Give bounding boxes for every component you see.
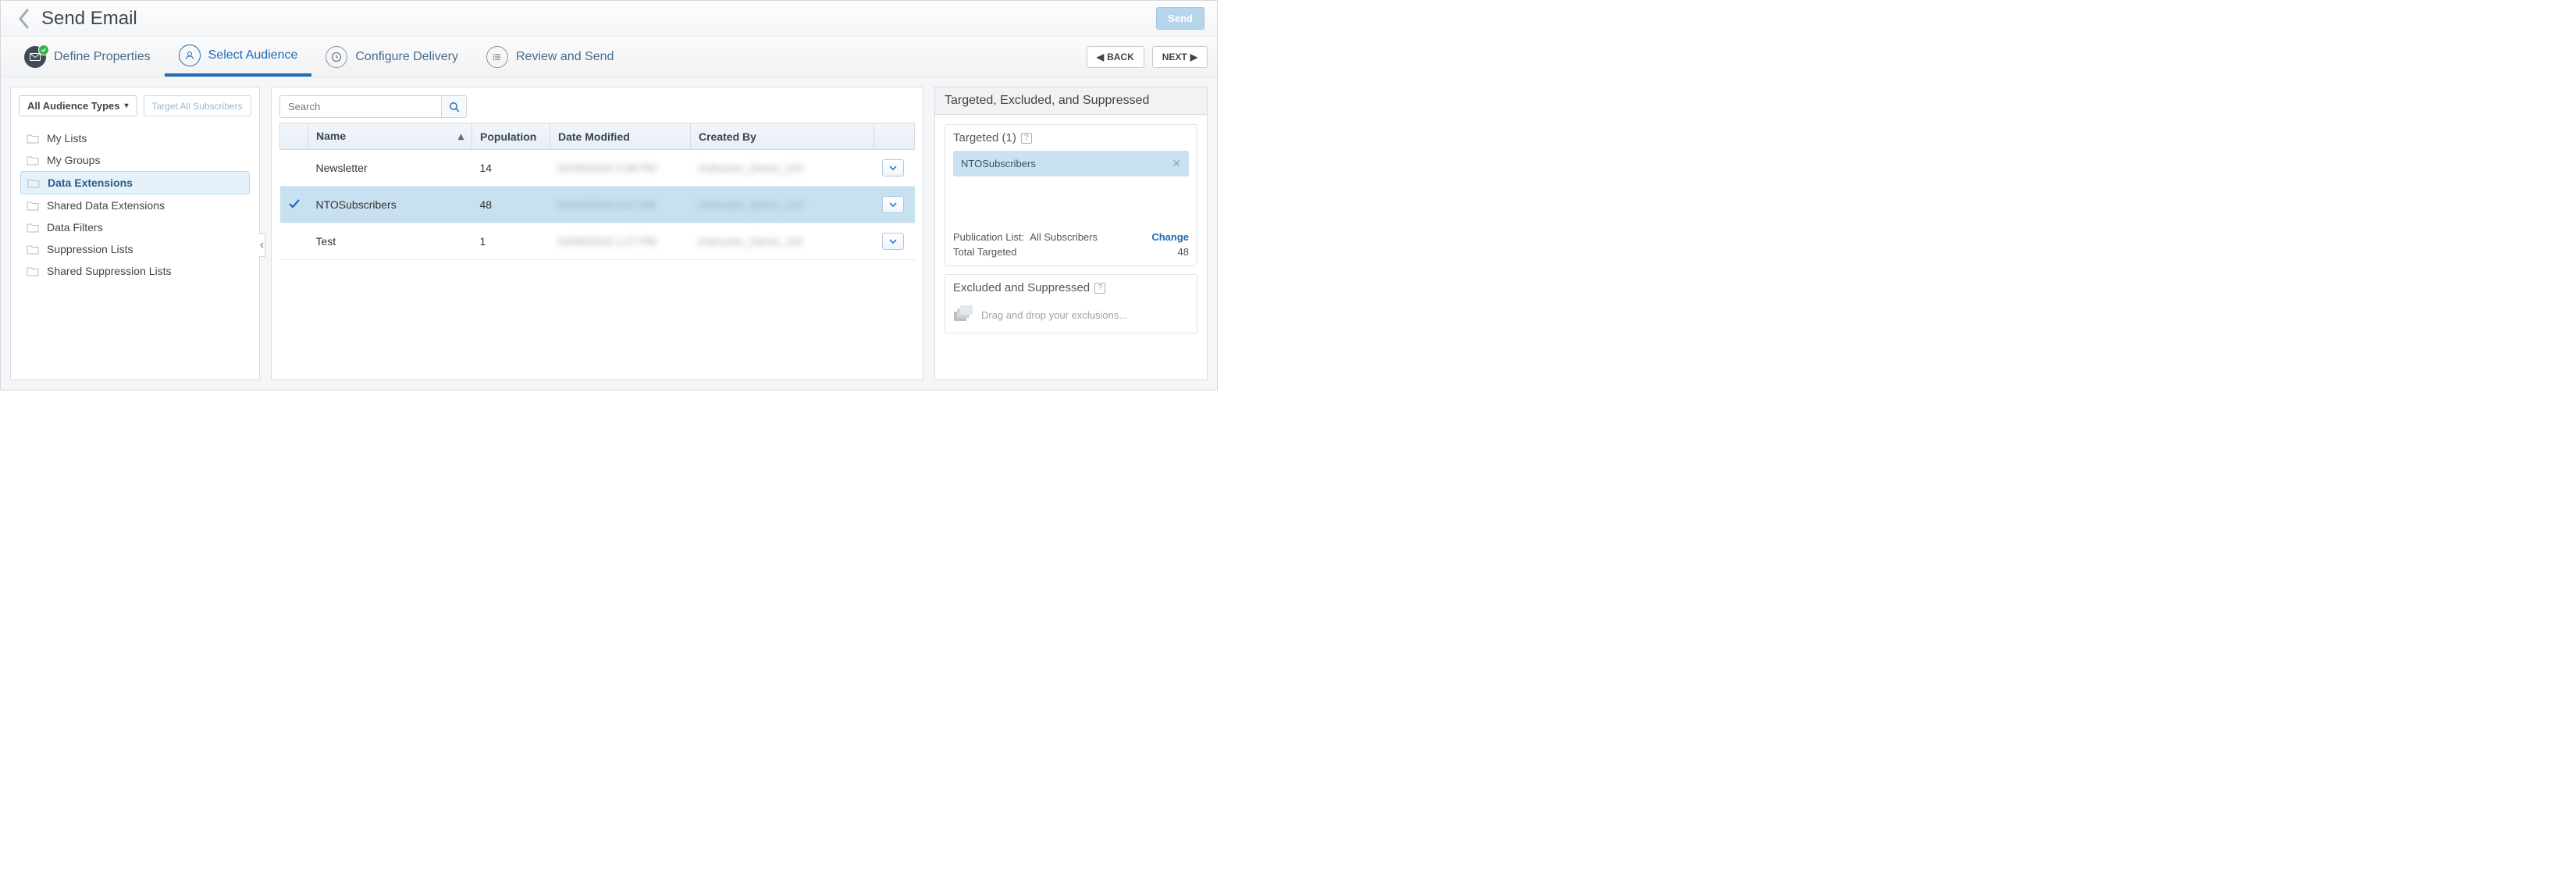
audience-table-panel: Name ▴ Population Date Modified Created …: [271, 87, 923, 380]
targeting-panel: Targeted, Excluded, and Suppressed Targe…: [934, 87, 1208, 380]
targeted-label: Targeted (1): [953, 131, 1016, 144]
sidebar-collapse-handle[interactable]: [259, 234, 265, 257]
help-icon[interactable]: ?: [1021, 133, 1032, 144]
header-check: [280, 123, 308, 150]
publication-list-label: Publication List:: [953, 231, 1024, 243]
sidebar-item-my-groups[interactable]: My Groups: [20, 149, 250, 171]
step-configure-delivery[interactable]: Configure Delivery: [311, 37, 472, 77]
check-icon: [288, 198, 301, 209]
chevron-down-icon: [889, 239, 897, 244]
wizard-back-button[interactable]: ◀ BACK: [1087, 46, 1144, 68]
chevron-down-icon: [889, 166, 897, 170]
exclusion-dropzone[interactable]: Drag and drop your exclusions...: [953, 301, 1189, 325]
audience-type-dropdown[interactable]: All Audience Types ▾: [19, 95, 137, 116]
step-label: Configure Delivery: [355, 50, 458, 64]
folder-icon: [27, 244, 39, 255]
stack-icon: [953, 305, 973, 325]
send-button[interactable]: Send: [1156, 7, 1204, 30]
remove-chip-icon[interactable]: ✕: [1172, 157, 1181, 170]
header-bar: Send Email Send: [1, 1, 1217, 37]
sidebar-item-suppression-lists[interactable]: Suppression Lists: [20, 238, 250, 260]
step-select-audience[interactable]: Select Audience: [165, 37, 312, 77]
step-label: Review and Send: [516, 50, 614, 64]
help-icon[interactable]: ?: [1094, 283, 1105, 294]
sidebar-item-shared-data-extensions[interactable]: Shared Data Extensions: [20, 194, 250, 216]
folder-icon: [27, 178, 40, 188]
row-action-dropdown[interactable]: [882, 196, 904, 213]
targeted-block: Targeted (1) ? NTOSubscribers ✕ Publicat…: [945, 124, 1197, 266]
header-actions: [874, 123, 915, 150]
targeted-chip[interactable]: NTOSubscribers ✕: [953, 151, 1189, 176]
caret-right-icon: ▶: [1190, 52, 1197, 62]
folder-icon: [27, 266, 39, 276]
search-input[interactable]: [280, 96, 441, 117]
change-publication-list-link[interactable]: Change: [1151, 231, 1189, 243]
excluded-label: Excluded and Suppressed: [953, 281, 1090, 294]
wizard-next-button[interactable]: NEXT ▶: [1152, 46, 1208, 68]
envelope-icon: [24, 46, 46, 68]
row-action-dropdown[interactable]: [882, 233, 904, 250]
row-action-dropdown[interactable]: [882, 159, 904, 176]
step-label: Select Audience: [208, 48, 298, 62]
folder-icon: [27, 223, 39, 233]
step-define-properties[interactable]: Define Properties: [10, 37, 165, 77]
targeting-panel-header: Targeted, Excluded, and Suppressed: [934, 87, 1208, 114]
table-row[interactable]: NTOSubscribers 48 04/15/2019 8:47 AM Ins…: [280, 187, 915, 223]
folder-icon: [27, 201, 39, 211]
step-complete-badge: [38, 45, 49, 55]
body-area: All Audience Types ▾ Target All Subscrib…: [1, 77, 1217, 390]
column-header-population[interactable]: Population: [472, 123, 550, 150]
sidebar-item-data-filters[interactable]: Data Filters: [20, 216, 250, 238]
column-header-created-by[interactable]: Created By: [691, 123, 874, 150]
page-title: Send Email: [41, 8, 137, 30]
send-email-app: Send Email Send Define Properties Select…: [0, 0, 1218, 390]
audience-nav-list: My Lists My Groups Data Extensions Share…: [19, 123, 251, 287]
wizard-steps: Define Properties Select Audience Config…: [1, 37, 1217, 77]
column-header-date-modified[interactable]: Date Modified: [550, 123, 691, 150]
target-all-subscribers-button[interactable]: Target All Subscribers: [144, 95, 251, 116]
back-chevron-icon[interactable]: [13, 8, 35, 30]
publication-list-value: All Subscribers: [1030, 231, 1098, 243]
column-header-name[interactable]: Name ▴: [308, 123, 472, 150]
table-row[interactable]: Test 1 04/09/2019 1:27 PM Instructor_Dem…: [280, 223, 915, 260]
sidebar-item-my-lists[interactable]: My Lists: [20, 127, 250, 149]
step-label: Define Properties: [54, 50, 151, 64]
audience-table: Name ▴ Population Date Modified Created …: [279, 123, 915, 260]
table-row[interactable]: Newsletter 14 02/26/2019 3:06 PM Instruc…: [280, 150, 915, 187]
sidebar-item-shared-suppression-lists[interactable]: Shared Suppression Lists: [20, 260, 250, 282]
user-icon: [179, 45, 201, 66]
chevron-down-icon: [889, 202, 897, 207]
search-button[interactable]: [441, 96, 466, 117]
list-icon: [486, 46, 508, 68]
caret-left-icon: ◀: [1097, 52, 1104, 62]
search-icon: [449, 102, 460, 112]
folder-icon: [27, 134, 39, 144]
total-targeted-value: 48: [1178, 246, 1189, 258]
excluded-block: Excluded and Suppressed ? Drag and drop …: [945, 274, 1197, 333]
step-review-send[interactable]: Review and Send: [472, 37, 628, 77]
sort-ascending-icon: ▴: [458, 130, 464, 143]
folder-icon: [27, 155, 39, 166]
clock-icon: [326, 46, 347, 68]
audience-sidebar: All Audience Types ▾ Target All Subscrib…: [10, 87, 260, 380]
caret-down-icon: ▾: [124, 102, 128, 110]
sidebar-item-data-extensions[interactable]: Data Extensions: [20, 171, 250, 194]
search-box: [279, 95, 467, 118]
total-targeted-label: Total Targeted: [953, 246, 1016, 258]
